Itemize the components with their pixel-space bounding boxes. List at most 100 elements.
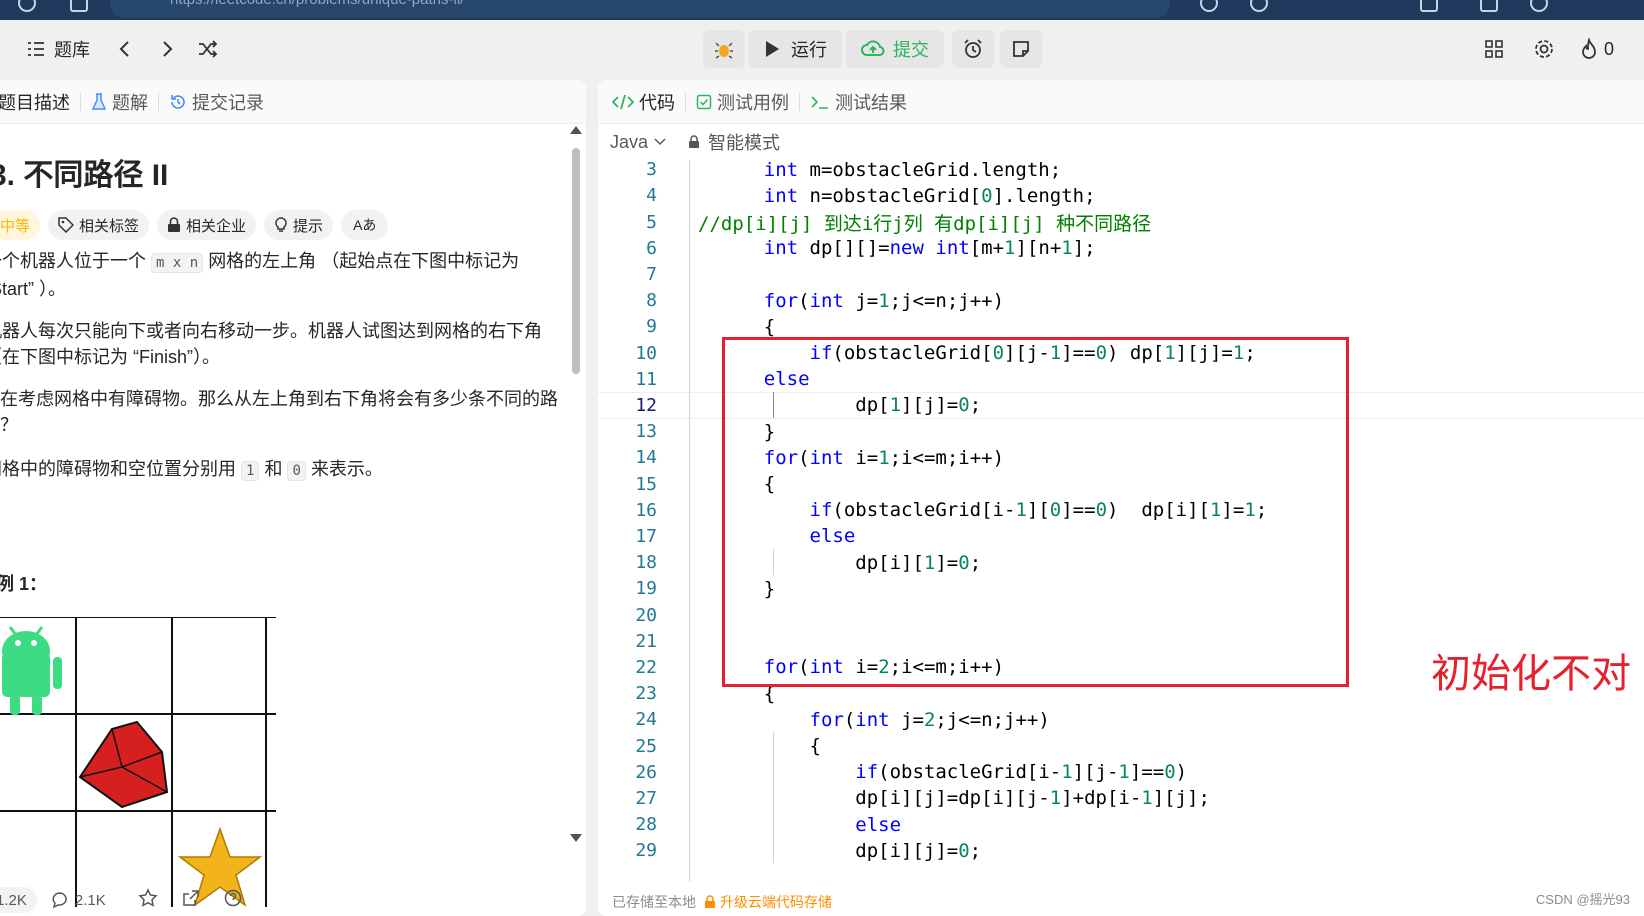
chevron-right-icon [163, 41, 173, 57]
code-text: if(obstacleGrid[i-1][j-1]==0) [855, 761, 1188, 784]
code-line[interactable]: 28 else [598, 811, 1644, 838]
chevron-left-icon [119, 41, 129, 57]
collections-icon[interactable] [1250, 0, 1268, 12]
annotation-text: 初始化不对 [1431, 651, 1631, 697]
flask-icon [91, 92, 107, 110]
smart-mode-toggle[interactable]: 智能模式 [688, 129, 780, 155]
tab-code[interactable]: 代码 [612, 89, 675, 115]
tab-code-label: 代码 [639, 92, 675, 113]
editor-footer: 已存储至本地 升级云端代码存储 [598, 888, 1644, 916]
submit-button[interactable]: 提交 [846, 30, 944, 68]
code-line[interactable]: 3 int m=obstacleGrid.length; [598, 160, 1644, 183]
code-line[interactable]: 24 for(int j=2;j<=n;j++) [598, 706, 1644, 733]
code-line[interactable]: 29 dp[i][j]=0; [598, 837, 1644, 864]
profile-icon[interactable] [1530, 0, 1548, 12]
tab-divider [799, 92, 800, 111]
help-button[interactable] [224, 889, 242, 911]
favorite-button[interactable] [138, 888, 158, 912]
notes-button[interactable] [1000, 30, 1042, 68]
tab-testresult-label: 测试结果 [835, 92, 907, 113]
code-line[interactable]: 6 int dp[][]=new int[m+1][n+1]; [598, 235, 1644, 262]
streak-button[interactable]: 0 [1580, 20, 1614, 78]
browser-toolbar: https://leetcode.cn/problems/unique-path… [0, 0, 1644, 20]
language-select[interactable]: Java [610, 132, 666, 153]
line-number: 22 [635, 656, 657, 678]
line-number: 25 [635, 735, 657, 757]
code-text: { [718, 315, 776, 338]
browser-tabs-icon[interactable] [70, 0, 88, 12]
code-editor[interactable]: 3 int m=obstacleGrid.length; 4 int n=obst… [598, 160, 1644, 882]
layout-button[interactable] [1484, 20, 1504, 78]
settings-browser-icon[interactable] [1420, 0, 1438, 12]
shuffle-icon [199, 40, 218, 58]
line-number: 29 [635, 840, 657, 862]
line-number: 9 [646, 316, 657, 338]
translate-button[interactable]: Aあ [341, 210, 389, 240]
upgrade-storage-link[interactable]: 升级云端代码存储 [704, 892, 832, 912]
tab-testcases[interactable]: 测试用例 [696, 89, 789, 115]
tab-description[interactable]: 题目描述 [0, 89, 70, 115]
line-number: 20 [635, 604, 657, 626]
tab-solutions[interactable]: 题解 [91, 89, 148, 115]
line-number: 23 [635, 683, 657, 705]
random-problem-button[interactable] [197, 20, 219, 78]
editor-pane: 代码 测试用例 测试结果 Java 智能模式 3 int m=obstacleG… [598, 80, 1644, 916]
problem-pane: 题目描述 题解 提交记录 3. 不同路径 II 中等 相关标签 相关企业 提示 … [0, 80, 586, 916]
line-number: 21 [635, 630, 657, 652]
code-text: for(int j=2;j<=n;j++) [809, 708, 1050, 731]
line-number: 7 [646, 263, 657, 285]
tab-submissions[interactable]: 提交记录 [169, 89, 264, 115]
star-icon [138, 888, 158, 907]
timer-button[interactable] [952, 30, 994, 68]
settings-button[interactable] [1533, 20, 1555, 78]
line-number: 4 [646, 185, 657, 207]
code-line[interactable]: 7 [598, 261, 1644, 288]
annotation-box [722, 337, 1349, 687]
line-number: 15 [635, 473, 657, 495]
desc-paragraph-2: 机器人每次只能向下或者向右移动一步。机器人试图达到网格的右下角 （在下图中标记为… [0, 318, 542, 370]
tab-testresult[interactable]: 测试结果 [810, 89, 907, 115]
code-text: int m=obstacleGrid.length; [763, 160, 1062, 181]
address-bar-url: https://leetcode.cn/problems/unique-path… [170, 0, 464, 8]
code-line[interactable]: 25 { [598, 732, 1644, 759]
prev-problem-button[interactable] [118, 20, 132, 78]
related-companies-label: 相关企业 [186, 217, 247, 235]
bug-icon [715, 42, 733, 59]
lightbulb-icon [275, 217, 287, 232]
hint-button[interactable]: 提示 [264, 210, 334, 240]
lock-icon [168, 217, 181, 232]
code-line[interactable]: 4 int n=obstacleGrid[0].length; [598, 182, 1644, 209]
inline-code: 1 [241, 461, 260, 481]
line-number: 19 [635, 578, 657, 600]
share-button[interactable] [182, 889, 200, 911]
code-brackets-icon [612, 94, 634, 109]
sidebar-toggle-icon[interactable] [1480, 0, 1498, 12]
address-bar[interactable]: https://leetcode.cn/problems/unique-path… [110, 0, 1170, 18]
debug-button[interactable] [703, 30, 745, 68]
code-line[interactable]: 5 //dp[i][j] 到达i行j列 有dp[i][j] 种不同路径 [598, 208, 1644, 235]
tab-divider [80, 92, 81, 111]
language-label: Java [610, 131, 649, 152]
problem-scrollbar[interactable] [566, 124, 586, 916]
related-companies-button[interactable]: 相关企业 [157, 210, 257, 240]
code-line[interactable]: 26 if(obstacleGrid[i-1][j-1]==0) [598, 759, 1644, 786]
desc-text: “Start” ）。 [0, 279, 67, 299]
tab-solutions-label: 题解 [112, 92, 148, 113]
related-tags-button[interactable]: 相关标签 [48, 210, 150, 240]
next-problem-button[interactable] [160, 20, 174, 78]
comments-button[interactable]: 2.1K [51, 891, 106, 909]
favorite-icon[interactable] [1200, 0, 1218, 12]
run-button[interactable]: 运行 [748, 30, 842, 68]
cloud-upload-icon [861, 40, 885, 56]
like-button[interactable]: 1.2K [0, 887, 37, 913]
indent-guide [773, 732, 774, 864]
problem-bank-button[interactable]: 题库 [26, 20, 90, 78]
editor-tabbar: 代码 测试用例 测试结果 [598, 80, 1644, 124]
obstacle-rock-icon [78, 720, 169, 809]
code-text: for(int j=1;j<=n;j++) [763, 289, 1005, 312]
code-line[interactable]: 27 dp[i][j]=dp[i][j-1]+dp[i-1][j]; [598, 785, 1644, 812]
browser-profile-icon[interactable] [18, 0, 36, 12]
problem-tags: 中等 相关标签 相关企业 提示 Aあ [0, 210, 389, 240]
code-line[interactable]: 8 for(int j=1;j<=n;j++) [598, 287, 1644, 314]
line-number: 28 [635, 814, 657, 836]
